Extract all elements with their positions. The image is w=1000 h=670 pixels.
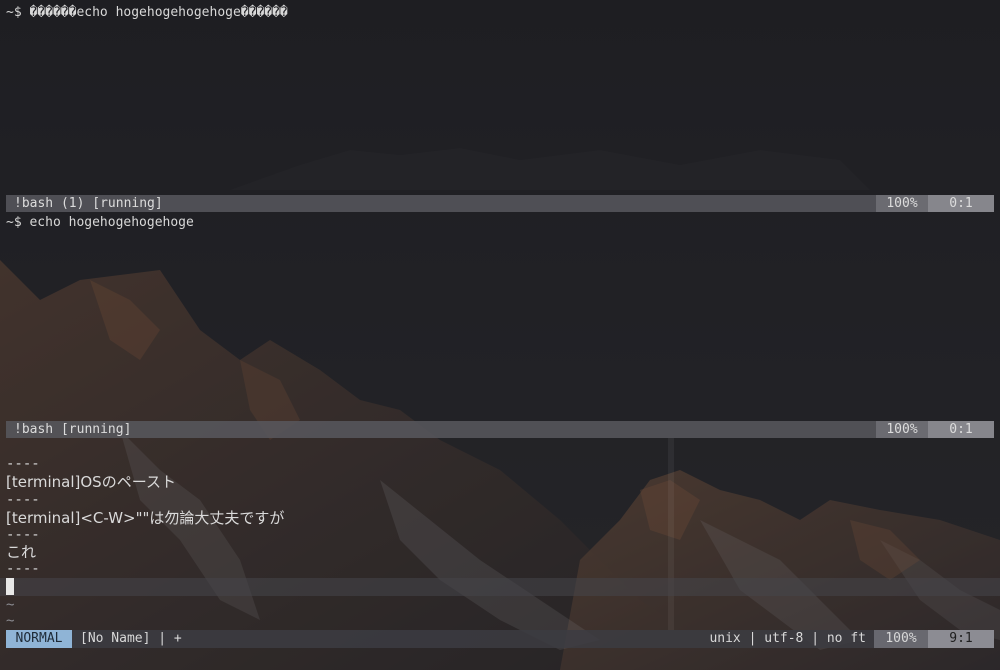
pane-title: !bash (1) [running]: [14, 196, 163, 211]
terminal-pane-middle[interactable]: ~$ echo hogehogehogehoge !bash [running]…: [0, 212, 1000, 438]
buffer-line: [terminal]<C-W>""は勿論大丈夫ですが: [6, 509, 285, 527]
pane-position: 0:1: [928, 195, 994, 212]
cursor-position: 9:1: [928, 630, 994, 648]
pane-title: !bash [running]: [14, 422, 132, 437]
text-cursor: [6, 578, 14, 595]
window-separator: [668, 438, 674, 630]
terminal-line: ~$ echo hogehogehogehoge: [6, 215, 194, 230]
buffer-line: ----: [6, 527, 40, 543]
buffer-line: ----: [6, 456, 40, 472]
pane-percent: 100%: [876, 421, 928, 438]
pane-statusbar-top: !bash (1) [running] 100% 0:1: [6, 195, 994, 212]
terminal-pane-top[interactable]: ~$ ������echo hogehogehogehoge������ !ba…: [0, 0, 1000, 212]
empty-line-marker: ~: [6, 613, 15, 629]
terminal-line: ~$ ������echo hogehogehogehoge������: [6, 5, 288, 20]
buffer-line: ----: [6, 492, 40, 508]
mode-indicator: NORMAL: [6, 630, 72, 648]
buffer-line: これ: [6, 543, 37, 561]
pane-percent: 100%: [876, 195, 928, 212]
pane-position: 0:1: [928, 421, 994, 438]
vim-statusline: NORMAL [No Name] | + unix | utf-8 | no f…: [6, 630, 994, 648]
file-info: unix | utf-8 | no ft: [709, 631, 866, 646]
pane-statusbar-middle: !bash [running] 100% 0:1: [6, 421, 994, 438]
scroll-percent: 100%: [874, 630, 928, 648]
buffer-name: [No Name] | +: [80, 631, 182, 646]
buffer-line: ----: [6, 561, 40, 577]
cursor-line: [0, 578, 1000, 596]
terminal-window: ~$ ������echo hogehogehogehoge������ !ba…: [0, 0, 1000, 670]
buffer-line: [terminal]OSのペースト: [6, 473, 176, 491]
